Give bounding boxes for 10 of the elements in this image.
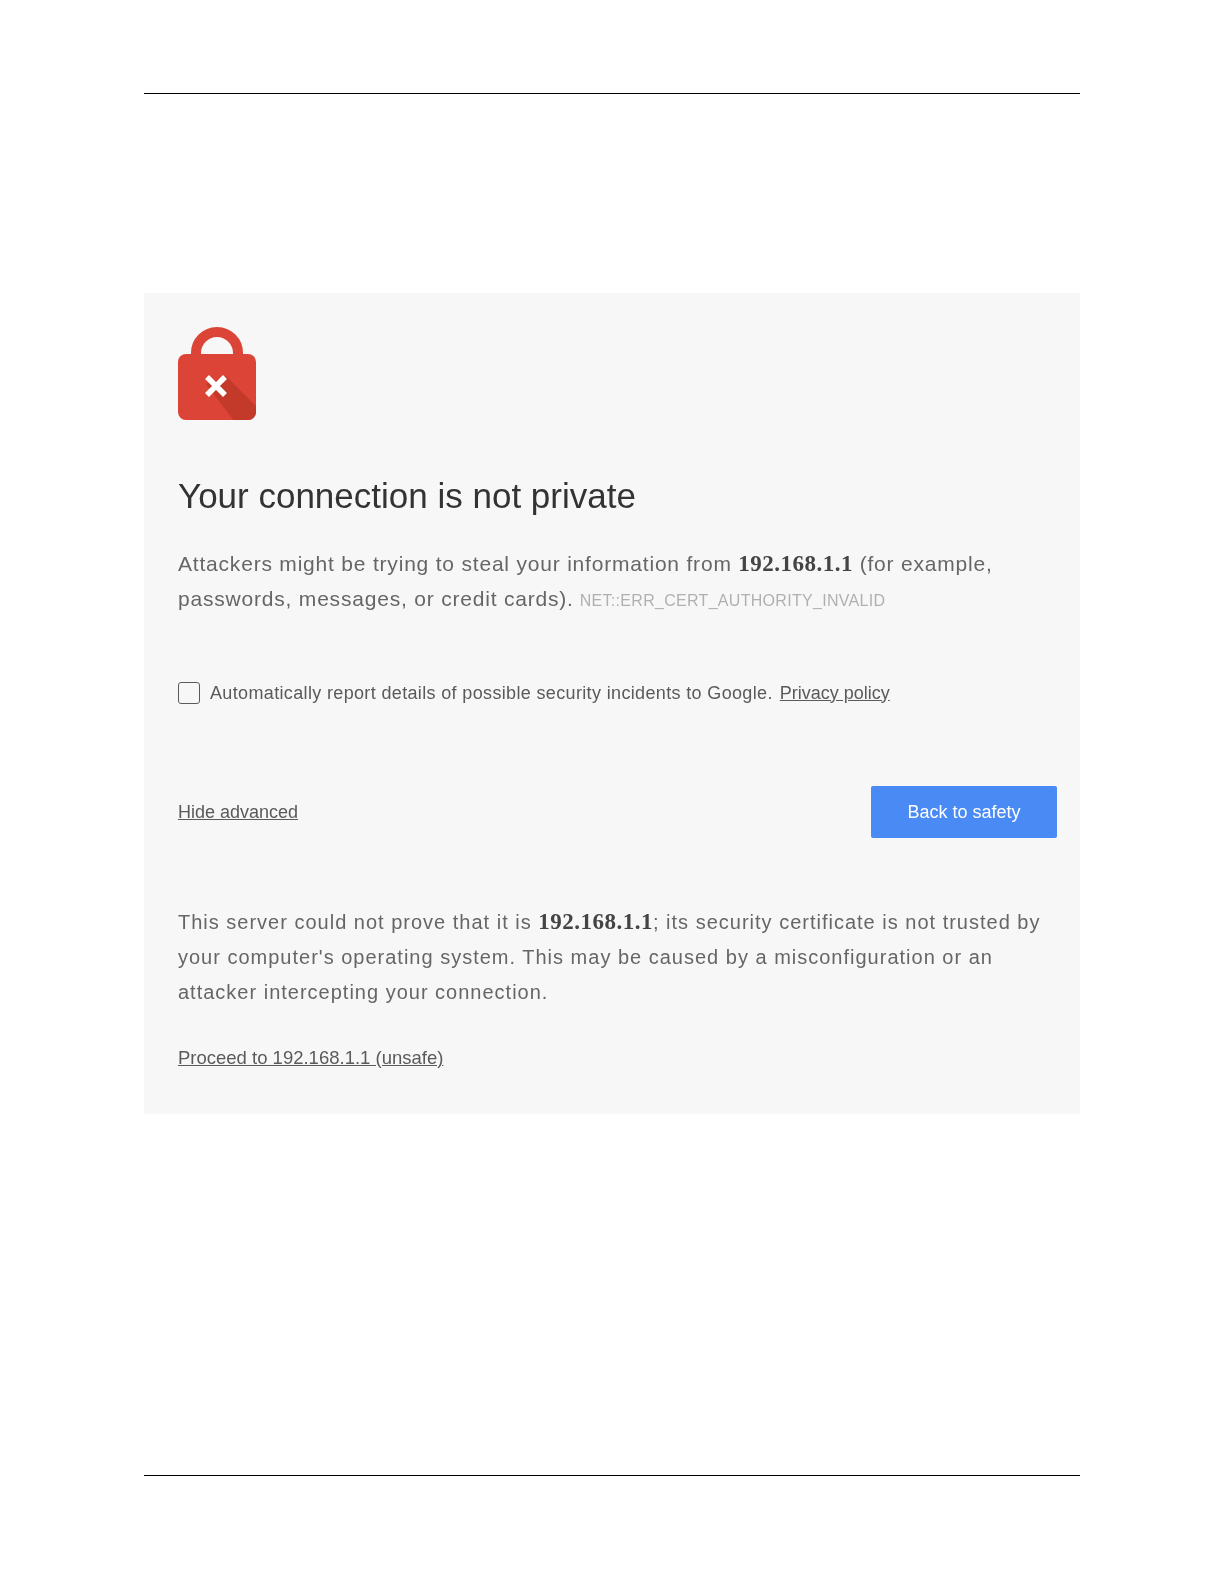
page-heading: Your connection is not private [178,475,636,517]
intro-text: Attackers might be trying to steal your information from 192.168.1.1 (for example, passwords, messages, or credit cards). NET::ERR_CERT_AUTHORITY_INVALID [178,550,994,612]
privacy-policy-link[interactable]: Privacy policy [779,682,890,704]
details-text: This server could not prove that it is 192.168.1.1; its security certificate is not trusted by your computer's operating system. This may be caused by a misconfiguration or an attacker intercepting your connection. [178,908,1042,1005]
back-to-safety-button[interactable]: Back to safety [871,786,1057,838]
report-checkbox[interactable] [178,682,200,704]
report-label: Automatically report details of possible security incidents to Google. [210,682,773,704]
hide-advanced-link[interactable]: Hide advanced [178,801,299,823]
lock-error-icon [178,326,256,420]
proceed-link[interactable]: Proceed to 192.168.1.1 (unsafe) [178,1047,444,1069]
